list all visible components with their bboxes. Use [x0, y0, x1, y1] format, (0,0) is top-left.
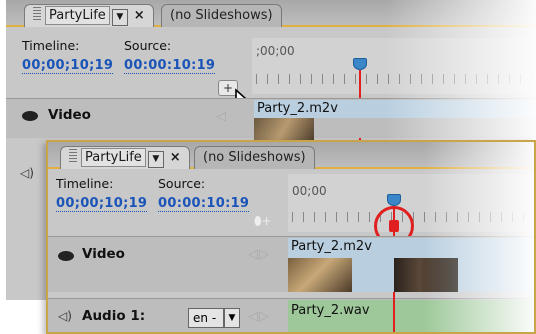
source-timecode[interactable]: 00:00:10:19	[124, 58, 216, 74]
video-thumbnail	[394, 258, 458, 292]
source-timecode[interactable]: 00:00:10:19	[158, 196, 250, 212]
keyframe-nav-icon[interactable]: ◁▷	[248, 309, 270, 324]
video-clip-name: Party_2.m2v	[291, 239, 372, 254]
tab-bar: PartyLife ▼ × (no Slideshows)	[48, 142, 534, 169]
language-value: en	[193, 311, 208, 325]
audio-clip[interactable]: Party_2.wav	[288, 300, 534, 332]
tab-grip-icon[interactable]	[69, 149, 77, 163]
timeline-timecode[interactable]: 00;00;10;19	[22, 58, 114, 74]
video-track-name: Video	[48, 107, 91, 123]
video-thumbnail	[288, 258, 352, 292]
ruler-ticks	[256, 74, 532, 84]
eye-icon[interactable]	[22, 111, 38, 121]
tab-grip-icon[interactable]	[33, 7, 41, 21]
playhead-marker-highlight	[389, 220, 399, 232]
chevron-down-icon[interactable]: ▼	[224, 308, 240, 328]
video-clip[interactable]: Party_2.m2v	[254, 100, 536, 118]
source-label: Source:	[158, 176, 206, 191]
eye-icon[interactable]	[58, 251, 74, 261]
timeline-label: Timeline:	[22, 38, 80, 53]
source-label: Source:	[124, 38, 172, 53]
add-marker-icon[interactable]: ⬮+	[254, 214, 272, 228]
tab-partylife[interactable]: PartyLife ▼ ×	[24, 4, 154, 27]
audio-track-name: Audio 1:	[82, 308, 146, 324]
keyframe-nav-icon[interactable]: ◁▷	[248, 247, 270, 262]
playhead-icon[interactable]	[387, 194, 401, 206]
video-clip-name: Party_2.m2v	[257, 101, 338, 116]
timeline-timecode[interactable]: 00;00;10;19	[56, 196, 148, 212]
timeline-panel-foreground: PartyLife ▼ × (no Slideshows) Timeline: 00…	[46, 140, 536, 334]
video-clip[interactable]: Party_2.m2v	[288, 238, 534, 256]
tab-menu-button[interactable]: ▼	[147, 151, 164, 168]
tab-label: PartyLife	[45, 6, 110, 25]
tab-label: (no Slideshows)	[170, 8, 273, 23]
audio-clip-name: Party_2.wav	[291, 303, 370, 318]
tab-bar: PartyLife ▼ × (no Slideshows)	[6, 0, 536, 27]
keyframe-nav-icon[interactable]: ◁	[216, 109, 227, 124]
language-select[interactable]: en -	[188, 308, 224, 328]
time-ruler[interactable]: ;00;00	[252, 38, 536, 94]
playhead-line	[393, 298, 395, 332]
tab-label: PartyLife	[81, 148, 146, 167]
tab-no-slideshows[interactable]: (no Slideshows)	[161, 4, 282, 27]
tab-partylife[interactable]: PartyLife ▼ ×	[60, 146, 190, 169]
ruler-start-time: ;00;00	[256, 44, 295, 58]
tab-close-button[interactable]: ×	[134, 5, 145, 26]
tab-no-slideshows[interactable]: (no Slideshows)	[194, 146, 315, 169]
ruler-start-time: 00;00	[292, 184, 327, 198]
speaker-icon[interactable]: ◁)	[20, 166, 34, 180]
video-thumbnail	[254, 118, 314, 140]
tab-label: (no Slideshows)	[203, 150, 306, 165]
video-track-name: Video	[82, 246, 125, 262]
tab-menu-button[interactable]: ▼	[111, 9, 128, 26]
playhead-icon[interactable]	[353, 58, 367, 70]
timeline-label: Timeline:	[56, 176, 114, 191]
tab-close-button[interactable]: ×	[170, 147, 181, 168]
speaker-icon[interactable]: ◁)	[58, 309, 72, 323]
